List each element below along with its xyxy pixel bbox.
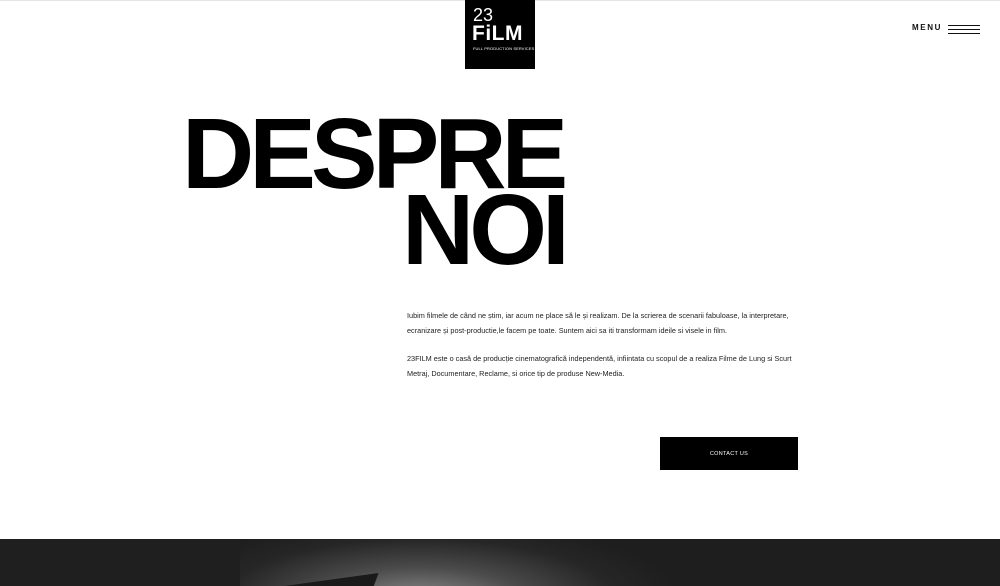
page-title-line-2: NOI	[402, 174, 570, 286]
page: 23 FiLM FULL PRODUCTION SERVICES MENU DE…	[0, 0, 1000, 586]
about-paragraph-2: 23FILM este o casă de producție cinemato…	[407, 354, 792, 378]
about-paragraph-1: Iubim filmele de când ne știm, iar acum …	[407, 311, 789, 335]
contact-us-button[interactable]: CONTACT US	[660, 437, 798, 470]
hero-image-strip	[0, 539, 1000, 586]
logo-tagline: FULL PRODUCTION SERVICES	[473, 46, 535, 51]
menu-button[interactable]: MENU	[912, 20, 982, 38]
about-text: Iubim filmele de când ne știm, iar acum …	[407, 309, 802, 395]
logo[interactable]: 23 FiLM FULL PRODUCTION SERVICES	[465, 0, 535, 69]
logo-wordmark: FiLM	[472, 22, 523, 45]
image-silhouette	[277, 573, 379, 586]
hamburger-icon[interactable]	[948, 22, 980, 34]
menu-label: MENU	[912, 23, 942, 32]
